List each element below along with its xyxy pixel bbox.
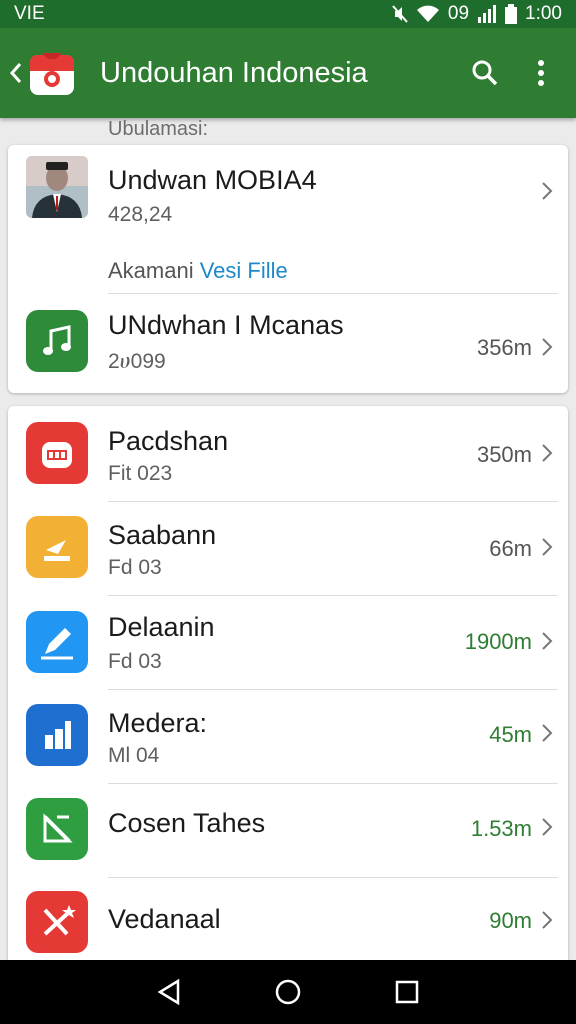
clock-label: 1:00	[525, 3, 562, 24]
list-item-title: Saabann	[108, 520, 217, 550]
list-item-size: 45m	[489, 722, 532, 747]
app-bar: Undouhan Indonesia	[0, 28, 576, 118]
nav-home-button[interactable]	[268, 972, 308, 1012]
list-item-subtitle: Fd 03	[108, 556, 162, 579]
featured-app-title: Undwan MOBIA4	[108, 165, 317, 195]
featured-card: Undwan MOBIA4 428,24 Akamani Vesi Fille …	[8, 145, 568, 393]
featured-item-row[interactable]: UNdwhan I Mcanas 2ሀ099 356m	[8, 295, 568, 393]
status-icons: 09 1:00	[392, 3, 562, 25]
chart-icon	[45, 721, 71, 749]
chevron-right-icon	[542, 911, 553, 929]
chevron-right-icon	[542, 724, 553, 742]
nav-recents-button[interactable]	[387, 972, 427, 1012]
calendar-app-icon	[26, 422, 88, 484]
featured-item-title: UNdwhan I Mcanas	[108, 310, 344, 340]
list-item-title: Delaanin	[108, 612, 215, 642]
app-list-card: Pacdshan Fit 023 350m Saabann Fd 03 66m …	[8, 406, 568, 966]
list-item[interactable]: Cosen Tahes 1.53m	[8, 784, 568, 877]
square-recents-icon	[395, 980, 418, 1004]
version-link-row[interactable]: Akamani Vesi Fille	[108, 258, 288, 284]
version-prefix: Akamani	[108, 258, 194, 283]
search-icon	[472, 60, 498, 86]
system-nav-bar	[0, 960, 576, 1024]
more-vert-icon	[538, 60, 544, 86]
download-icon	[44, 540, 70, 561]
list-item-title: Pacdshan	[108, 426, 229, 456]
chevron-left-icon	[9, 63, 22, 83]
music-app-icon	[26, 310, 88, 372]
divider	[108, 293, 558, 294]
triangle-back-icon	[157, 978, 180, 1006]
app-logo-icon	[30, 53, 74, 95]
slash-icon	[43, 813, 73, 843]
list-item-size: 1900m	[464, 629, 532, 654]
overflow-menu-button[interactable]	[524, 56, 558, 90]
list-item[interactable]: Saabann Fd 03 66m	[8, 502, 568, 595]
list-item-size: 1.53m	[470, 816, 532, 841]
nav-back-button[interactable]	[149, 972, 189, 1012]
app-logo	[28, 49, 76, 97]
circle-home-icon	[275, 979, 301, 1005]
back-button[interactable]	[6, 53, 26, 93]
pencil-icon	[41, 628, 73, 660]
signal-label: 09	[447, 3, 470, 24]
version-file-link[interactable]: Vesi Fille	[200, 258, 288, 283]
chevron-right-icon	[542, 632, 553, 650]
list-item[interactable]: Delaanin Fd 03 1900m	[8, 596, 568, 689]
chevron-right-icon	[542, 444, 553, 462]
music-note-icon	[43, 325, 71, 355]
featured-app-subtitle: 428,24	[108, 203, 173, 226]
wifi-icon	[416, 5, 439, 22]
calendar-icon	[42, 442, 72, 468]
list-item[interactable]: Medera: Ml 04 45m	[8, 690, 568, 783]
chevron-right-icon	[542, 818, 553, 836]
list-item-title: Medera:	[108, 708, 208, 738]
chevron-right-icon	[542, 338, 553, 356]
slash-app-icon	[26, 798, 88, 860]
carrier-label: VIE	[14, 3, 45, 24]
chevron-right-icon	[542, 538, 553, 556]
list-item-size: 90m	[489, 908, 532, 933]
battery-icon	[505, 4, 518, 24]
list-item-subtitle: Fd 03	[108, 650, 162, 673]
profile-photo	[26, 156, 88, 218]
list-item-title: Vedanaal	[108, 904, 221, 934]
cross-star-icon	[43, 905, 76, 936]
person-icon	[26, 156, 88, 218]
list-item-subtitle: Fit 023	[108, 462, 173, 485]
download-app-icon	[26, 516, 88, 578]
list-item[interactable]: Pacdshan Fit 023 350m	[8, 406, 568, 501]
list-item-subtitle: Ml 04	[108, 744, 160, 767]
featured-item-subtitle: 2ሀ099	[108, 350, 166, 373]
chart-app-icon	[26, 704, 88, 766]
list-item[interactable]: Vedanaal 90m	[8, 878, 568, 966]
section-label: Ubulamasi:	[108, 118, 209, 140]
signal-icon	[478, 5, 497, 23]
featured-app-row[interactable]: Undwan MOBIA4 428,24	[8, 145, 568, 245]
chevron-right-icon	[542, 182, 553, 200]
list-item-size: 350m	[476, 442, 532, 467]
cross-app-icon	[26, 891, 88, 953]
status-bar: VIE 09 1:00	[0, 0, 576, 28]
search-button[interactable]	[468, 56, 502, 90]
list-item-title: Cosen Tahes	[108, 808, 266, 838]
list-item-size: 66m	[489, 536, 532, 561]
mute-icon	[392, 5, 408, 23]
app-title: Undouhan Indonesia	[100, 56, 368, 89]
featured-item-size: 356m	[476, 335, 532, 360]
pencil-app-icon	[26, 611, 88, 673]
